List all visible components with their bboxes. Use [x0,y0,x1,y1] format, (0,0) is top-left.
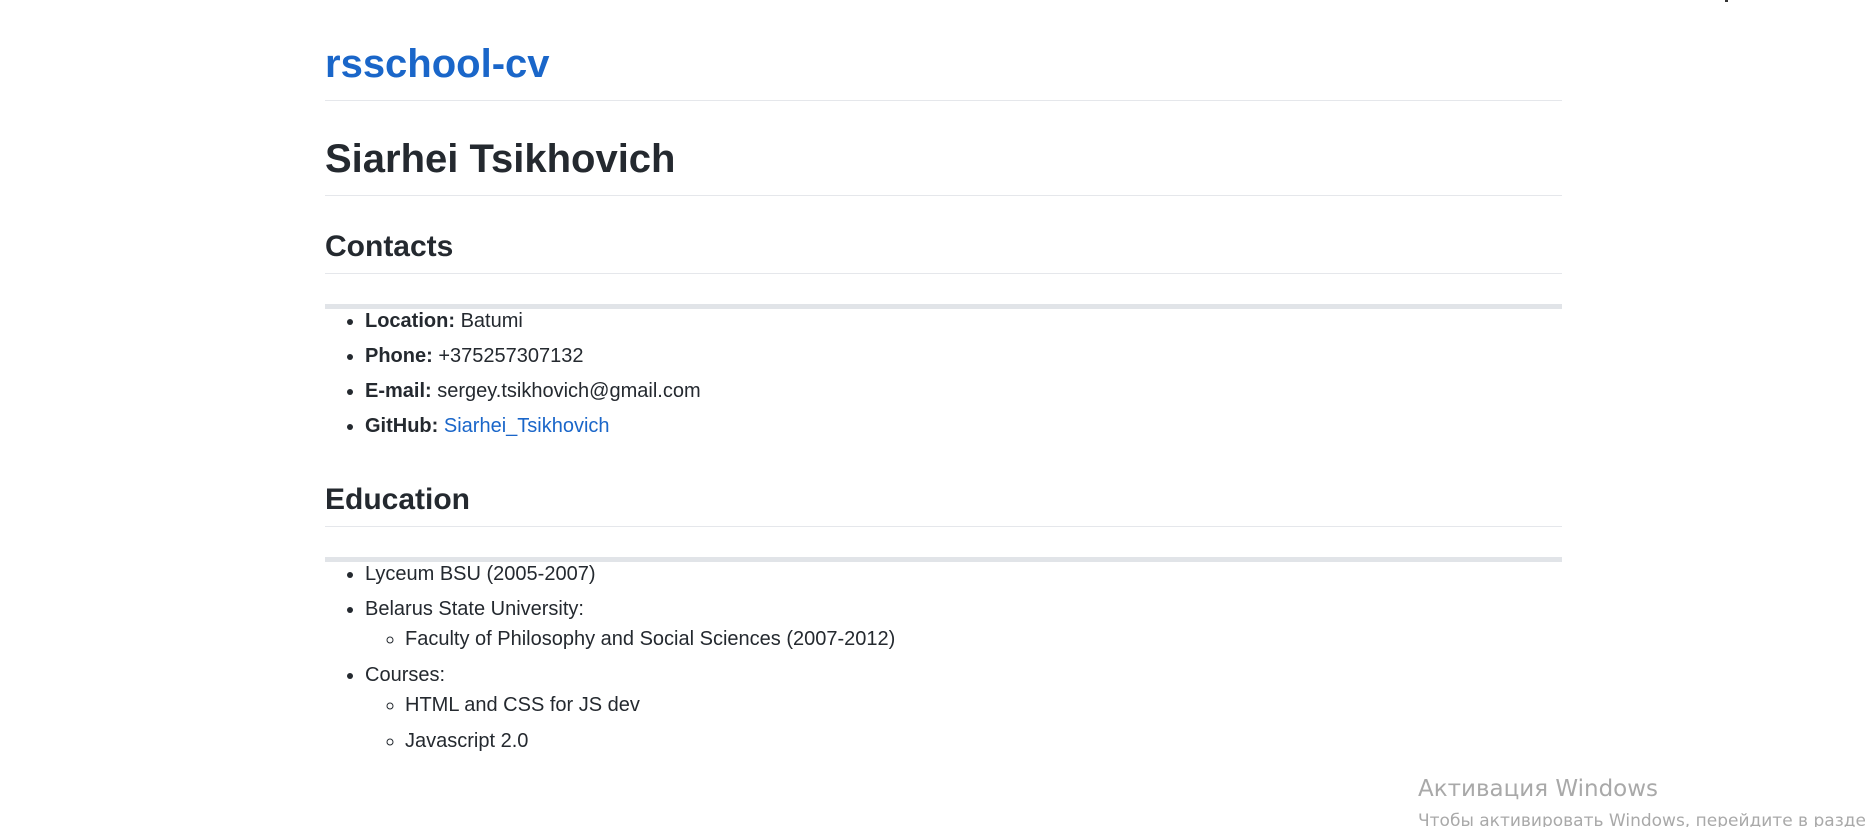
corner-mark [1725,0,1728,2]
main-content: rsschool-cv Siarhei Tsikhovich Contacts … [325,0,1562,765]
github-profile-link[interactable]: Siarhei_Tsikhovich [444,415,610,437]
page: rsschool-cv Siarhei Tsikhovich Contacts … [0,0,1865,827]
education-item-university: Belarus State University: Faculty of Phi… [365,597,1562,651]
course-html-css: HTML and CSS for JS dev [405,693,1562,717]
contacts-list: Location: Batumi Phone: +375257307132 E-… [325,309,1562,438]
contact-github: GitHub: Siarhei_Tsikhovich [365,414,1562,438]
windows-activation-watermark: Активация Windows Чтобы активировать Win… [1418,774,1865,827]
education-university-label: Belarus State University: [365,598,584,620]
contact-phone-value: +375257307132 [438,345,584,367]
contact-location: Location: Batumi [365,309,1562,333]
contact-email-value: sergey.tsikhovich@gmail.com [437,380,701,402]
contact-location-label: Location: [365,310,455,332]
contact-location-value: Batumi [460,310,523,332]
education-heading: Education [325,449,1562,527]
contact-email-label: E-mail: [365,380,432,402]
education-university-sublist: Faculty of Philosophy and Social Science… [365,627,1562,651]
course-javascript: Javascript 2.0 [405,729,1562,753]
contact-github-label: GitHub: [365,415,439,437]
page-title: Siarhei Tsikhovich [325,101,1562,196]
education-courses-sublist: HTML and CSS for JS dev Javascript 2.0 [365,693,1562,753]
contact-email: E-mail: sergey.tsikhovich@gmail.com [365,379,1562,403]
contact-phone: Phone: +375257307132 [365,344,1562,368]
education-courses-label: Courses: [365,664,446,686]
education-list: Lyceum BSU (2005-2007) Belarus State Uni… [325,562,1562,753]
activation-title: Активация Windows [1418,776,1659,802]
education-item-courses: Courses: HTML and CSS for JS dev Javascr… [365,663,1562,753]
education-faculty: Faculty of Philosophy and Social Science… [405,627,1562,651]
contacts-heading: Contacts [325,196,1562,274]
education-item-lyceum: Lyceum BSU (2005-2007) [365,562,1562,586]
contact-phone-label: Phone: [365,345,433,367]
site-title-link[interactable]: rsschool-cv [325,0,1562,101]
activation-subtitle: Чтобы активировать Windows, перейдите в … [1418,811,1865,827]
